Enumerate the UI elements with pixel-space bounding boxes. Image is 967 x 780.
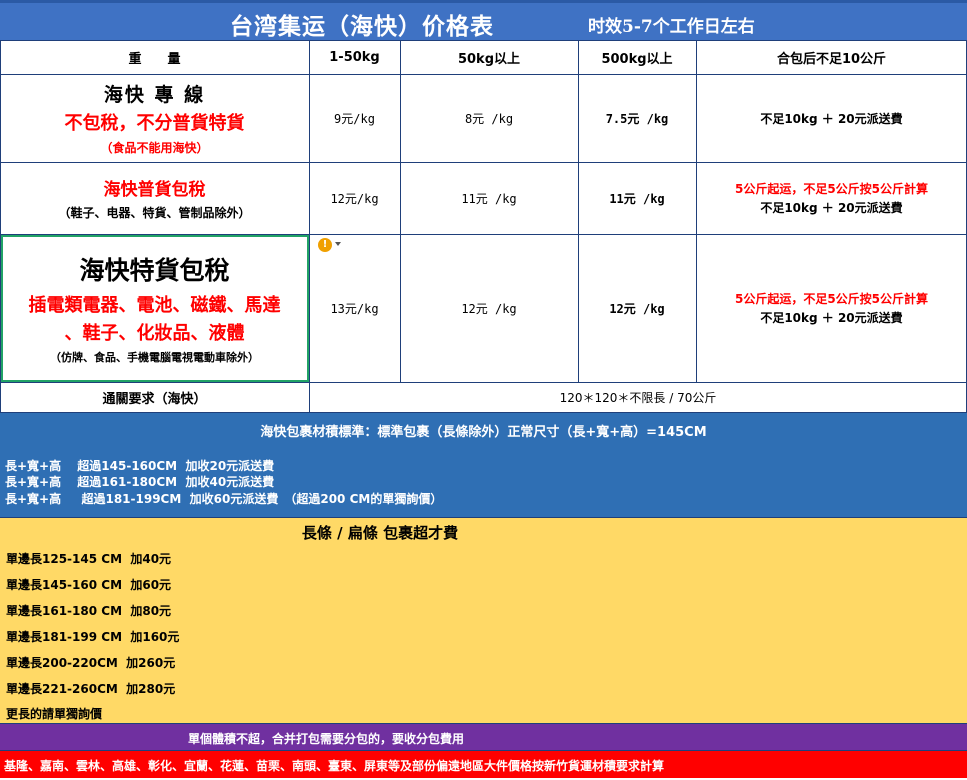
oversize-fee-title: 長條 / 扁條 包裹超才費 xyxy=(301,524,459,542)
oversize-fee-line: 單邊長200-220CM 加260元 xyxy=(6,656,176,670)
volume-standard-section: 海快包裹材積標準：標準包裹（長條除外）正常尺寸（長+寬+高）=145CM 長+寬… xyxy=(0,413,967,517)
under-10kg-fee-text: 不足10kg ＋ 20元派送費 xyxy=(760,201,903,215)
header-weight: 重 量 xyxy=(128,51,181,67)
surcharge-line: 長+寬+高 超過181-199CM 加收60元派送費 （超過200 CM的單獨詢… xyxy=(5,492,443,506)
service-note: （鞋子、电器、特貨、管制品除外） xyxy=(58,206,251,220)
under-10kg-fee[interactable]: 5公斤起运，不足5公斤按5公斤計算 不足10kg ＋ 20元派送費 xyxy=(696,234,967,382)
price-500kg-plus[interactable]: 7.5元 /kg xyxy=(578,74,696,162)
oversize-fee-line: 單邊長125-145 CM 加40元 xyxy=(6,552,172,566)
under-10kg-fee[interactable]: 5公斤起运，不足5公斤按5公斤計算 不足10kg ＋ 20元派送費 xyxy=(696,162,967,234)
service-name: 海快 專 線 xyxy=(103,84,206,106)
under-10kg-fee-text: 不足10kg ＋ 20元派送費 xyxy=(760,111,903,126)
selected-cell-outline xyxy=(1,235,309,382)
header-under-10kg: 合包后不足10公斤 xyxy=(776,51,887,67)
table-header-row: 重 量 1-50kg 50kg以上 500kg以上 合包后不足10公斤 xyxy=(0,40,967,74)
price-1-50kg[interactable]: 9元/kg xyxy=(309,74,400,162)
remote-area-text: 基隆、嘉南、雲林、高雄、彰化、宜蘭、花蓮、苗栗、南頭、臺東、屏東等及部份偏遠地區… xyxy=(4,759,665,773)
header-500kg-plus: 500kg以上 xyxy=(601,51,673,67)
customs-label[interactable]: 通關要求（海快） xyxy=(0,382,309,412)
title-bar: 台湾集运（海快）价格表 时效5-7个工作日左右 xyxy=(0,0,967,40)
split-package-text: 單個體積不超，合并打包需要分包的，要收分包費用 xyxy=(188,732,465,746)
price-50kg-plus[interactable]: 12元 /kg xyxy=(400,234,578,382)
oversize-fee-line: 單邊長221-260CM 加280元 xyxy=(6,682,176,696)
oversize-fee-line: 單邊長145-160 CM 加60元 xyxy=(6,578,172,592)
service-desc: 不包稅，不分普貨特貨 xyxy=(64,113,245,134)
header-50kg-plus: 50kg以上 xyxy=(457,51,521,67)
customs-row: 通關要求（海快） 120＊120＊不限長 / 70公斤 xyxy=(0,382,967,412)
service-note: （食品不能用海快） xyxy=(100,141,209,155)
under-10kg-fee[interactable]: 不足10kg ＋ 20元派送費 xyxy=(696,74,967,162)
price-1-50kg[interactable]: 12元/kg xyxy=(309,162,400,234)
volume-standard-title: 海快包裹材積標準：標準包裹（長條除外）正常尺寸（長+寬+高）=145CM xyxy=(260,425,707,440)
customs-value[interactable]: 120＊120＊不限長 / 70公斤 xyxy=(309,382,967,412)
min-weight-note: 5公斤起运，不足5公斤按5公斤計算 xyxy=(734,182,929,196)
remote-area-notice: 基隆、嘉南、雲林、高雄、彰化、宜蘭、花蓮、苗栗、南頭、臺東、屏東等及部份偏遠地區… xyxy=(0,750,967,778)
row-label-cell[interactable]: 海快 專 線 不包稅，不分普貨特貨 （食品不能用海快） xyxy=(0,74,309,162)
surcharge-line: 長+寬+高 超過161-180CM 加收40元派送費 xyxy=(5,475,275,489)
page-subtitle: 时效5-7个工作日左右 xyxy=(588,17,755,37)
header-1-50kg: 1-50kg xyxy=(329,49,380,65)
price-500kg-plus[interactable]: 12元 /kg xyxy=(578,234,696,382)
table-row: 海快普貨包稅 （鞋子、电器、特貨、管制品除外） 12元/kg 11元 /kg 1… xyxy=(0,162,967,234)
row-label-cell[interactable]: 海快普貨包稅 （鞋子、电器、特貨、管制品除外） xyxy=(0,162,309,234)
service-name: 海快普貨包稅 xyxy=(103,180,206,200)
min-weight-note: 5公斤起运，不足5公斤按5公斤計算 xyxy=(734,292,929,306)
oversize-fee-line: 更長的請單獨詢價 xyxy=(6,707,103,721)
under-10kg-fee-text: 不足10kg ＋ 20元派送費 xyxy=(760,311,903,325)
price-500kg-plus[interactable]: 11元 /kg xyxy=(578,162,696,234)
table-row: 海快 專 線 不包稅，不分普貨特貨 （食品不能用海快） 9元/kg 8元 /kg… xyxy=(0,74,967,162)
price-50kg-plus[interactable]: 11元 /kg xyxy=(400,162,578,234)
surcharge-line: 長+寬+高 超過145-160CM 加收20元派送費 xyxy=(5,459,275,473)
oversize-fee-line: 單邊長181-199 CM 加160元 xyxy=(6,630,180,644)
price-50kg-plus[interactable]: 8元 /kg xyxy=(400,74,578,162)
oversize-fee-section: 長條 / 扁條 包裹超才費 單邊長125-145 CM 加40元 單邊長145-… xyxy=(0,517,967,723)
price-1-50kg[interactable]: 13元/kg xyxy=(309,234,400,382)
split-package-notice: 單個體積不超，合并打包需要分包的，要收分包費用 xyxy=(0,723,967,750)
page-title: 台湾集运（海快）价格表 xyxy=(230,13,494,40)
oversize-fee-line: 單邊長161-180 CM 加80元 xyxy=(6,604,172,618)
